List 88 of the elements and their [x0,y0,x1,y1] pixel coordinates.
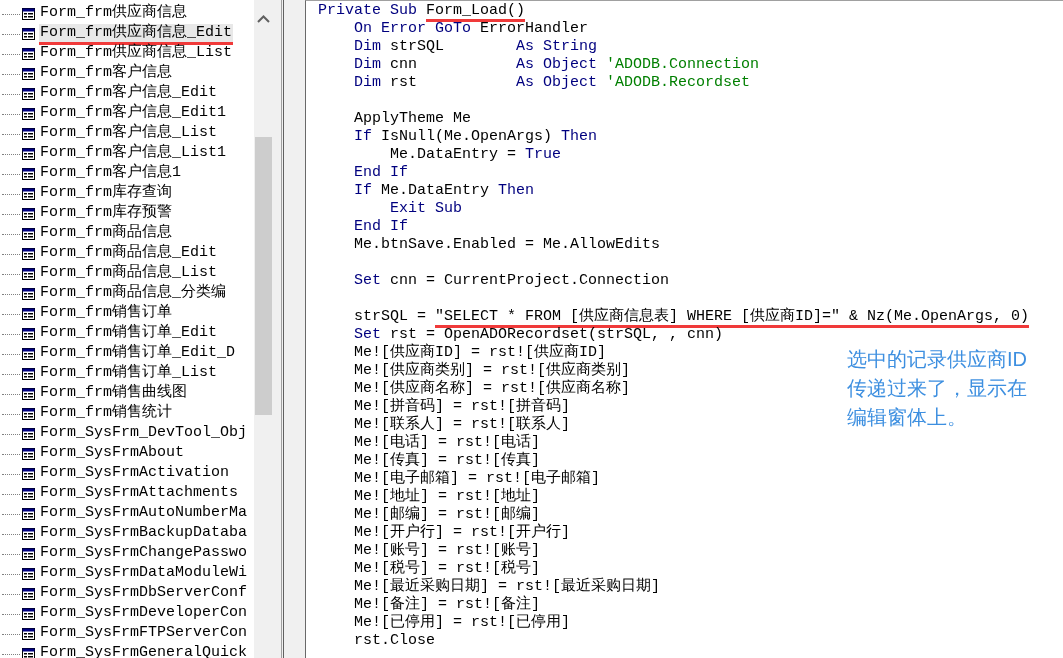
code-line: Me![联系人] = rst![联系人] [353,416,571,433]
form-icon [22,268,35,280]
scroll-up-icon[interactable] [257,15,270,23]
tree-item[interactable]: Form_SysFrmAttachments [39,483,240,505]
vertical-scrollbar[interactable] [254,0,273,658]
form-icon [22,368,35,380]
code-line: End If [353,218,408,236]
code-line: Me.DataEntry = True [389,146,562,164]
tree-item[interactable]: Form_frm销售订单 [39,303,173,325]
code-line: strSQL = "SELECT * FROM [供应商信息表] WHERE [供应商ID]=" & Nz(Me.OpenArgs, 0) [318,308,1030,326]
code-line: Me![供应商类别] = rst![供应商类别] [353,362,631,379]
tree-item[interactable]: Form_frm商品信息_分类编 [39,283,227,305]
form-icon [22,248,35,260]
form-icon [22,568,35,580]
form-icon [22,408,35,420]
code-line: ApplyTheme Me [353,110,472,128]
form-icon [22,148,35,160]
form-icon [22,588,35,600]
form-icon [22,348,35,360]
code-line: Me![地址] = rst![地址] [353,488,541,505]
form-icon [22,548,35,560]
code-line: Dim cnn As Object 'ADODB.Connection [353,56,760,74]
form-icon [22,68,35,80]
code-line: Me![传真] = rst![传真] [353,452,541,469]
tree-item[interactable]: Form_SysFrmBackupDataba [39,523,249,545]
form-icon [22,528,35,540]
tree-item[interactable]: Form_SysFrmAbout [39,443,186,465]
tree-item[interactable]: Form_SysFrmDataModuleWi [39,563,249,585]
code-line: Me![最近采购日期] = rst![最近采购日期] [353,578,661,595]
code-line: Me![电子邮箱] = rst![电子邮箱] [353,470,601,487]
scrollbar-thumb[interactable] [255,137,272,415]
code-line: End If [353,164,408,182]
code-line: Exit Sub [389,200,463,218]
code-line: If Me.DataEntry Then [353,182,535,200]
form-icon [22,168,35,180]
tree-item[interactable]: Form_SysFrm_DevTool_Obj [39,423,249,445]
tree-item[interactable]: Form_frm销售统计 [39,403,173,425]
annotation-text: 编辑窗体上。 [847,405,967,430]
annotation-text: 选中的记录供应商ID [847,347,1027,372]
tree-item[interactable]: Form_frm销售订单_Edit [39,323,219,345]
form-icon [22,228,35,240]
form-icon [22,188,35,200]
code-line: Me![供应商名称] = rst![供应商名称] [353,380,631,397]
tree-item[interactable]: Form_SysFrmChangePasswo [39,543,249,565]
form-icon [22,48,35,60]
code-line: Me![开户行] = rst![开户行] [353,524,571,542]
code-line: Me![已停用] = rst![已停用] [353,614,571,632]
form-icon [22,88,35,100]
code-line: Me.btnSave.Enabled = Me.AllowEdits [353,236,661,254]
code-line: Set cnn = CurrentProject.Connection [353,272,670,290]
tree-item[interactable]: Form_SysFrmGeneralQuick [39,643,249,658]
code-line: Me![备注] = rst![备注] [353,596,541,614]
form-icon [22,108,35,120]
code-line: Dim rst As Object 'ADODB.Recordset [353,74,751,92]
code-line: Private Sub Form_Load() [318,2,526,20]
code-line: Me![拼音码] = rst![拼音码] [353,398,571,415]
form-icon [22,208,35,220]
code-line: Set rst = OpenADORecordset(strSQL, , cnn) [353,326,724,343]
code-line: Dim strSQL As String [353,38,598,56]
tree-item[interactable]: Form_frm销售订单_Edit_D [39,343,237,365]
code-line: On Error GoTo ErrorHandler [353,20,589,38]
code-line: Me![邮编] = rst![邮编] [353,506,541,523]
tree-item[interactable]: Form_SysFrmDeveloperCon [39,603,249,625]
tree-item[interactable]: Form_SysFrmActivation [39,463,231,485]
form-icon [22,28,35,40]
code-line: Me![账号] = rst![账号] [353,542,541,559]
form-icon [22,448,35,460]
annotation-text: 传递过来了，显示在 [847,376,1027,401]
form-icon [22,288,35,300]
form-icon [22,608,35,620]
form-icon [22,488,35,500]
form-icon [22,8,35,20]
tree-item[interactable]: Form_SysFrmAutoNumberMa [39,503,249,525]
code-line: rst.Close [353,632,436,650]
code-line: Me![税号] = rst![税号] [353,560,541,577]
code-line: Me![电话] = rst![电话] [353,434,541,451]
form-icon [22,428,35,440]
form-icon [22,628,35,640]
tree-item[interactable]: Form_SysFrmDbServerConf [39,583,249,605]
form-icon [22,328,35,340]
tree-item[interactable]: Form_SysFrmFTPServerCon [39,623,249,645]
form-icon [22,128,35,140]
form-icon [22,388,35,400]
code-line: If IsNull(Me.OpenArgs) Then [353,128,598,146]
form-icon [22,308,35,320]
form-icon [22,468,35,480]
code-line: Me![供应商ID] = rst![供应商ID] [353,344,607,361]
form-icon [22,508,35,520]
